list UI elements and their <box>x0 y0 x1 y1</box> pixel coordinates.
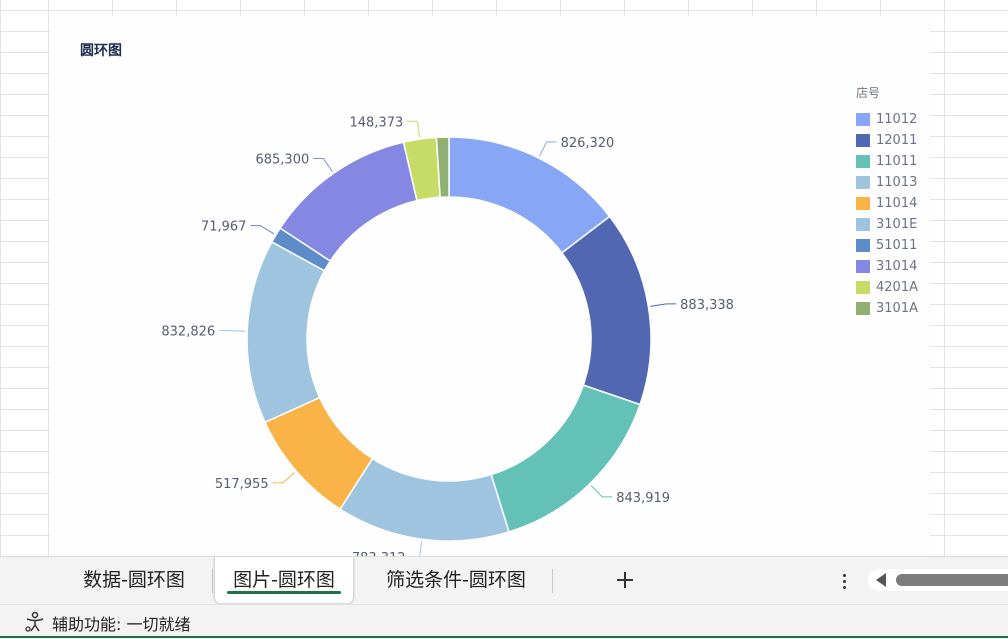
sheet-tab-picture[interactable]: 图片-圆环图 <box>214 557 354 603</box>
status-text: 辅助功能: 一切就绪 <box>52 615 191 634</box>
data-label-4201A: 148,373 <box>349 115 403 130</box>
legend-item-3101E: 3101E <box>856 214 918 235</box>
accessibility-icon[interactable] <box>24 611 46 633</box>
data-label-11011: 843,919 <box>616 491 670 506</box>
legend-swatch <box>856 260 870 273</box>
sheet-tab-bar: 数据-圆环图 图片-圆环图 筛选条件-圆环图 <box>0 556 1008 605</box>
legend-label: 3101A <box>876 301 918 316</box>
legend-label: 11014 <box>876 196 918 211</box>
leader-line-4201A <box>407 120 421 138</box>
status-bar: 辅助功能: 一切就绪 <box>0 604 1008 639</box>
more-dot <box>842 579 846 583</box>
scrollbar-thumb[interactable] <box>896 574 1008 586</box>
legend-label: 4201A <box>876 280 918 295</box>
tab-divider <box>212 569 213 593</box>
data-label-51011: 71,967 <box>201 220 247 235</box>
sheet-tab-data[interactable]: 数据-圆环图 <box>62 557 206 603</box>
donut-slice-12011 <box>560 215 652 406</box>
data-label-12011: 883,338 <box>680 298 734 313</box>
legend-swatch <box>856 113 870 126</box>
legend-label: 11012 <box>876 112 918 127</box>
legend-swatch <box>856 218 870 231</box>
data-label-3101E: 832,826 <box>161 325 215 340</box>
legend-swatch <box>856 239 870 252</box>
donut-slice-11011 <box>490 384 642 533</box>
more-options-button[interactable] <box>832 567 856 595</box>
scroll-left-icon[interactable] <box>876 573 886 587</box>
leader-line-11013 <box>419 541 423 556</box>
legend-label: 11011 <box>876 154 918 169</box>
sheet-tab-filter[interactable]: 筛选条件-圆环图 <box>364 557 548 603</box>
chart-object[interactable]: 圆环图 826,320883,338843,919783,312517,9558… <box>50 16 930 556</box>
legend-label: 51011 <box>876 238 918 253</box>
leader-line-3101E <box>219 330 246 332</box>
legend-swatch <box>856 155 870 168</box>
legend-label: 12011 <box>876 133 918 148</box>
legend-items: 11012 12011 11011 11013 11014 3101E 51011 31014… <box>856 109 918 319</box>
legend-label: 31014 <box>876 259 918 274</box>
legend-swatch <box>856 197 870 210</box>
leader-line-31014 <box>313 157 333 172</box>
data-label-11014: 517,955 <box>215 477 269 492</box>
legend-item-11011: 11011 <box>856 151 918 172</box>
more-vertical-icon <box>842 573 846 577</box>
sheet-tab-picture-label: 图片-圆环图 <box>233 569 335 591</box>
legend-swatch <box>856 134 870 147</box>
legend-swatch <box>856 302 870 315</box>
add-sheet-button[interactable] <box>610 565 640 595</box>
legend-label: 11013 <box>876 175 918 190</box>
more-dot <box>842 585 846 589</box>
legend-item-3101A: 3101A <box>856 298 918 319</box>
donut-slice-11013 <box>339 457 510 542</box>
leader-line-12011 <box>650 303 677 307</box>
legend-item-51011: 51011 <box>856 235 918 256</box>
legend-item-11012: 11012 <box>856 109 918 130</box>
legend-swatch <box>856 176 870 189</box>
data-label-11012: 826,320 <box>561 136 615 151</box>
legend-swatch <box>856 281 870 294</box>
leader-line-11014 <box>272 472 296 484</box>
tab-divider <box>552 569 553 593</box>
legend-label: 3101E <box>876 217 918 232</box>
legend-item-12011: 12011 <box>856 130 918 151</box>
donut-chart: 826,320883,338843,919783,312517,955832,8… <box>161 115 734 556</box>
legend-item-11014: 11014 <box>856 193 918 214</box>
chart-legend: 店号 11012 12011 11011 11013 11014 3101E 51011 31… <box>856 84 918 319</box>
legend-title: 店号 <box>856 86 881 100</box>
active-tab-indicator <box>227 591 341 594</box>
legend-item-4201A: 4201A <box>856 277 918 298</box>
leader-line-11012 <box>539 141 557 157</box>
plus-icon <box>617 572 633 588</box>
legend-item-11013: 11013 <box>856 172 918 193</box>
leader-line-51011 <box>250 225 275 235</box>
legend-item-31014: 31014 <box>856 256 918 277</box>
data-label-31014: 685,300 <box>255 152 309 167</box>
donut-slice-3101E <box>246 240 326 424</box>
leader-line-11011 <box>590 484 613 498</box>
